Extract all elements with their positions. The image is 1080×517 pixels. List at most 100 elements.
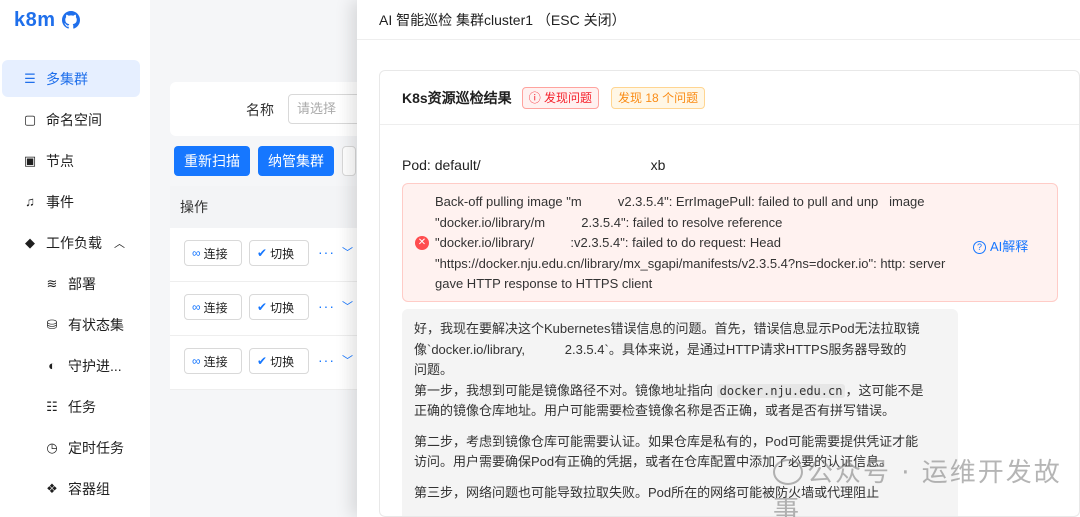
clock-icon: ◷ [46,439,58,455]
analysis-line: 第一步，我想到可能是镜像路径不对。镜像地址指向 [414,382,714,398]
bell-icon: ♫ [25,194,35,209]
check-circle-icon: ✔ [257,300,268,314]
switch-label: 切换 [270,300,295,315]
sidebar-item-label: 命名空间 [46,111,102,128]
analysis-line: ，这可能不是 [845,382,924,398]
analysis-line: 好，我现在要解决这个Kubernetes错误信息的问题。首先，错误信息显示Pod… [414,321,920,336]
chevron-up-icon: ︿ [114,237,125,250]
sidebar-item-label: 多集群 [46,70,88,87]
issues-found-label: 发现问题 [544,90,593,105]
sidebar-item-label: 节点 [46,152,74,169]
switch-label: 切换 [270,246,295,261]
pods-icon: ❖ [46,480,58,496]
sidebar-item-statefulsets[interactable]: ⛁ 有状态集 [2,306,140,343]
more-actions-button[interactable]: ··· [318,298,335,314]
connect-button[interactable]: ∞ 连接 [184,294,242,320]
sidebar-item-daemonsets[interactable]: ◐ 守护进... [2,347,140,384]
drawer-title: AI 智能巡检 集群cluster1 （ESC 关闭） [357,0,1080,40]
sidebar-item-jobs[interactable]: ☷ 任务 [2,388,140,425]
sidebar-item-label: 有状态集 [68,316,124,333]
error-line: "docker.io/library/m 2.3.5.4": failed to… [435,214,783,230]
switch-button[interactable]: ✔ 切换 [249,240,309,266]
question-icon: ? [973,241,986,254]
check-circle-icon: ✔ [257,354,268,368]
error-line: Back-off pulling image "m v2.3.5.4": Err… [435,194,925,209]
logo-text: k8m [14,8,56,31]
error-message: Back-off pulling image "m v2.3.5.4": Err… [435,192,965,295]
analysis-line: 问题。 [414,362,454,377]
sidebar-item-label: 部署 [68,275,96,292]
shield-icon: ◐ [48,358,56,373]
watermark: 公众号 · 运维开发故事 [773,452,1080,517]
database-icon: ⛁ [46,316,58,332]
sidebar-item-workloads[interactable]: ◆ 工作负载 ︿ [2,224,140,261]
issues-found-badge: ⓘ 发现问题 [521,86,600,109]
switch-button[interactable]: ✔ 切换 [249,294,309,320]
check-circle-icon: ✔ [257,246,268,260]
layers-icon: ≋ [46,275,58,291]
chevron-down-icon[interactable]: ﹀ [342,352,353,368]
sidebar-item-label: 事件 [46,193,74,210]
task-list-icon: ☷ [46,398,58,414]
connect-label: 连接 [203,354,228,369]
rescan-button[interactable]: 重新扫描 [174,146,250,176]
issue-count-badge: 发现 18 个问题 [611,86,706,109]
sidebar-item-deployments[interactable]: ≋ 部署 [2,265,140,302]
sidebar-item-cronjobs[interactable]: ◷ 定时任务 [2,429,140,466]
sidebar-item-pods[interactable]: ❖ 容器组 [2,470,140,507]
switch-button[interactable]: ✔ 切换 [249,348,309,374]
chevron-down-icon[interactable]: ﹀ [342,298,353,314]
sidebar-nav: ☰ 多集群 ▢ 命名空间 ▣ 节点 ♫ 事件 ◆ 工作负载 ︿ ≋ 部署 ⛁ 有… [0,60,150,511]
sidebar-item-label: 定时任务 [68,439,124,456]
pod-name: Pod: default/xb [402,157,665,173]
analysis-line: 第二步，考虑到镜像仓库可能需要认证。如果仓库是私有的，Pod可能需要提供凭证才能 [414,433,919,449]
analysis-line: 正确的镜像仓库地址。用户可能需要检查镜像名称是否正确，或者是否有拼写错误。 [414,403,896,418]
pod-name-prefix: Pod: default/ [402,157,481,173]
chevron-down-icon[interactable]: ﹀ [342,244,353,260]
server-icon: ☰ [24,70,36,86]
sidebar: k8m ☰ 多集群 ▢ 命名空间 ▣ 节点 ♫ 事件 ◆ 工作负载 ︿ ≋ 部署 [0,0,150,517]
error-line: "https://docker.nju.edu.cn/library/mx_sg… [435,255,946,271]
wechat-icon [773,459,803,485]
ai-inspection-drawer: AI 智能巡检 集群cluster1 （ESC 关闭） K8s资源巡检结果 ⓘ … [357,0,1080,517]
sidebar-item-multi-cluster[interactable]: ☰ 多集群 [2,60,140,97]
sidebar-item-events[interactable]: ♫ 事件 [2,183,140,220]
more-toolbar-button[interactable] [342,146,356,176]
inspection-result-card: K8s资源巡检结果 ⓘ 发现问题 发现 18 个问题 Pod: default/… [379,70,1080,517]
ai-explain-label: AI解释 [990,239,1029,254]
connect-label: 连接 [203,246,228,261]
connect-button[interactable]: ∞ 连接 [184,240,242,266]
node-icon: ▣ [23,152,37,168]
analysis-paragraph: 好，我现在要解决这个Kubernetes错误信息的问题。首先，错误信息显示Pod… [414,319,946,422]
watermark-text: 公众号 · 运维开发故事 [773,458,1062,517]
manage-cluster-button[interactable]: 纳管集群 [258,146,334,176]
sidebar-item-node[interactable]: ▣ 节点 [2,142,140,179]
more-actions-button[interactable]: ··· [318,244,335,260]
pod-name-suffix: xb [650,157,666,173]
error-line: "docker.io/library/ :v2.3.5.4": failed t… [435,235,781,250]
analysis-line: 像`docker.io/library, 2.3.5.4`。具体来说，是通过HT… [414,341,907,357]
ai-explain-button[interactable]: ? AI解释 [973,236,1028,255]
cube-icon: ◆ [25,234,35,250]
error-alert: ✕ Back-off pulling image "m v2.3.5.4": E… [402,183,1058,302]
link-icon: ∞ [192,246,201,260]
filter-name-label: 名称 [246,102,274,118]
sidebar-item-namespace[interactable]: ▢ 命名空间 [2,101,140,138]
connect-button[interactable]: ∞ 连接 [184,348,242,374]
link-icon: ∞ [192,354,201,368]
result-title: K8s资源巡检结果 [402,89,512,106]
logo[interactable]: k8m [14,8,80,32]
switch-label: 切换 [270,354,295,369]
error-line: gave HTTP response to HTTPS client [435,276,653,291]
sidebar-item-label: 守护进... [68,357,122,374]
sidebar-item-label: 任务 [68,398,96,415]
error-icon: ⓘ [528,90,545,105]
sidebar-item-label: 工作负载 [46,234,102,251]
namespace-icon: ▢ [23,111,37,127]
sidebar-item-label: 容器组 [68,480,110,497]
github-icon[interactable] [61,11,80,29]
analysis-code: docker.nju.edu.cn [716,383,846,398]
result-header: K8s资源巡检结果 ⓘ 发现问题 发现 18 个问题 [380,71,1079,125]
close-circle-icon: ✕ [415,236,429,250]
more-actions-button[interactable]: ··· [318,352,335,368]
